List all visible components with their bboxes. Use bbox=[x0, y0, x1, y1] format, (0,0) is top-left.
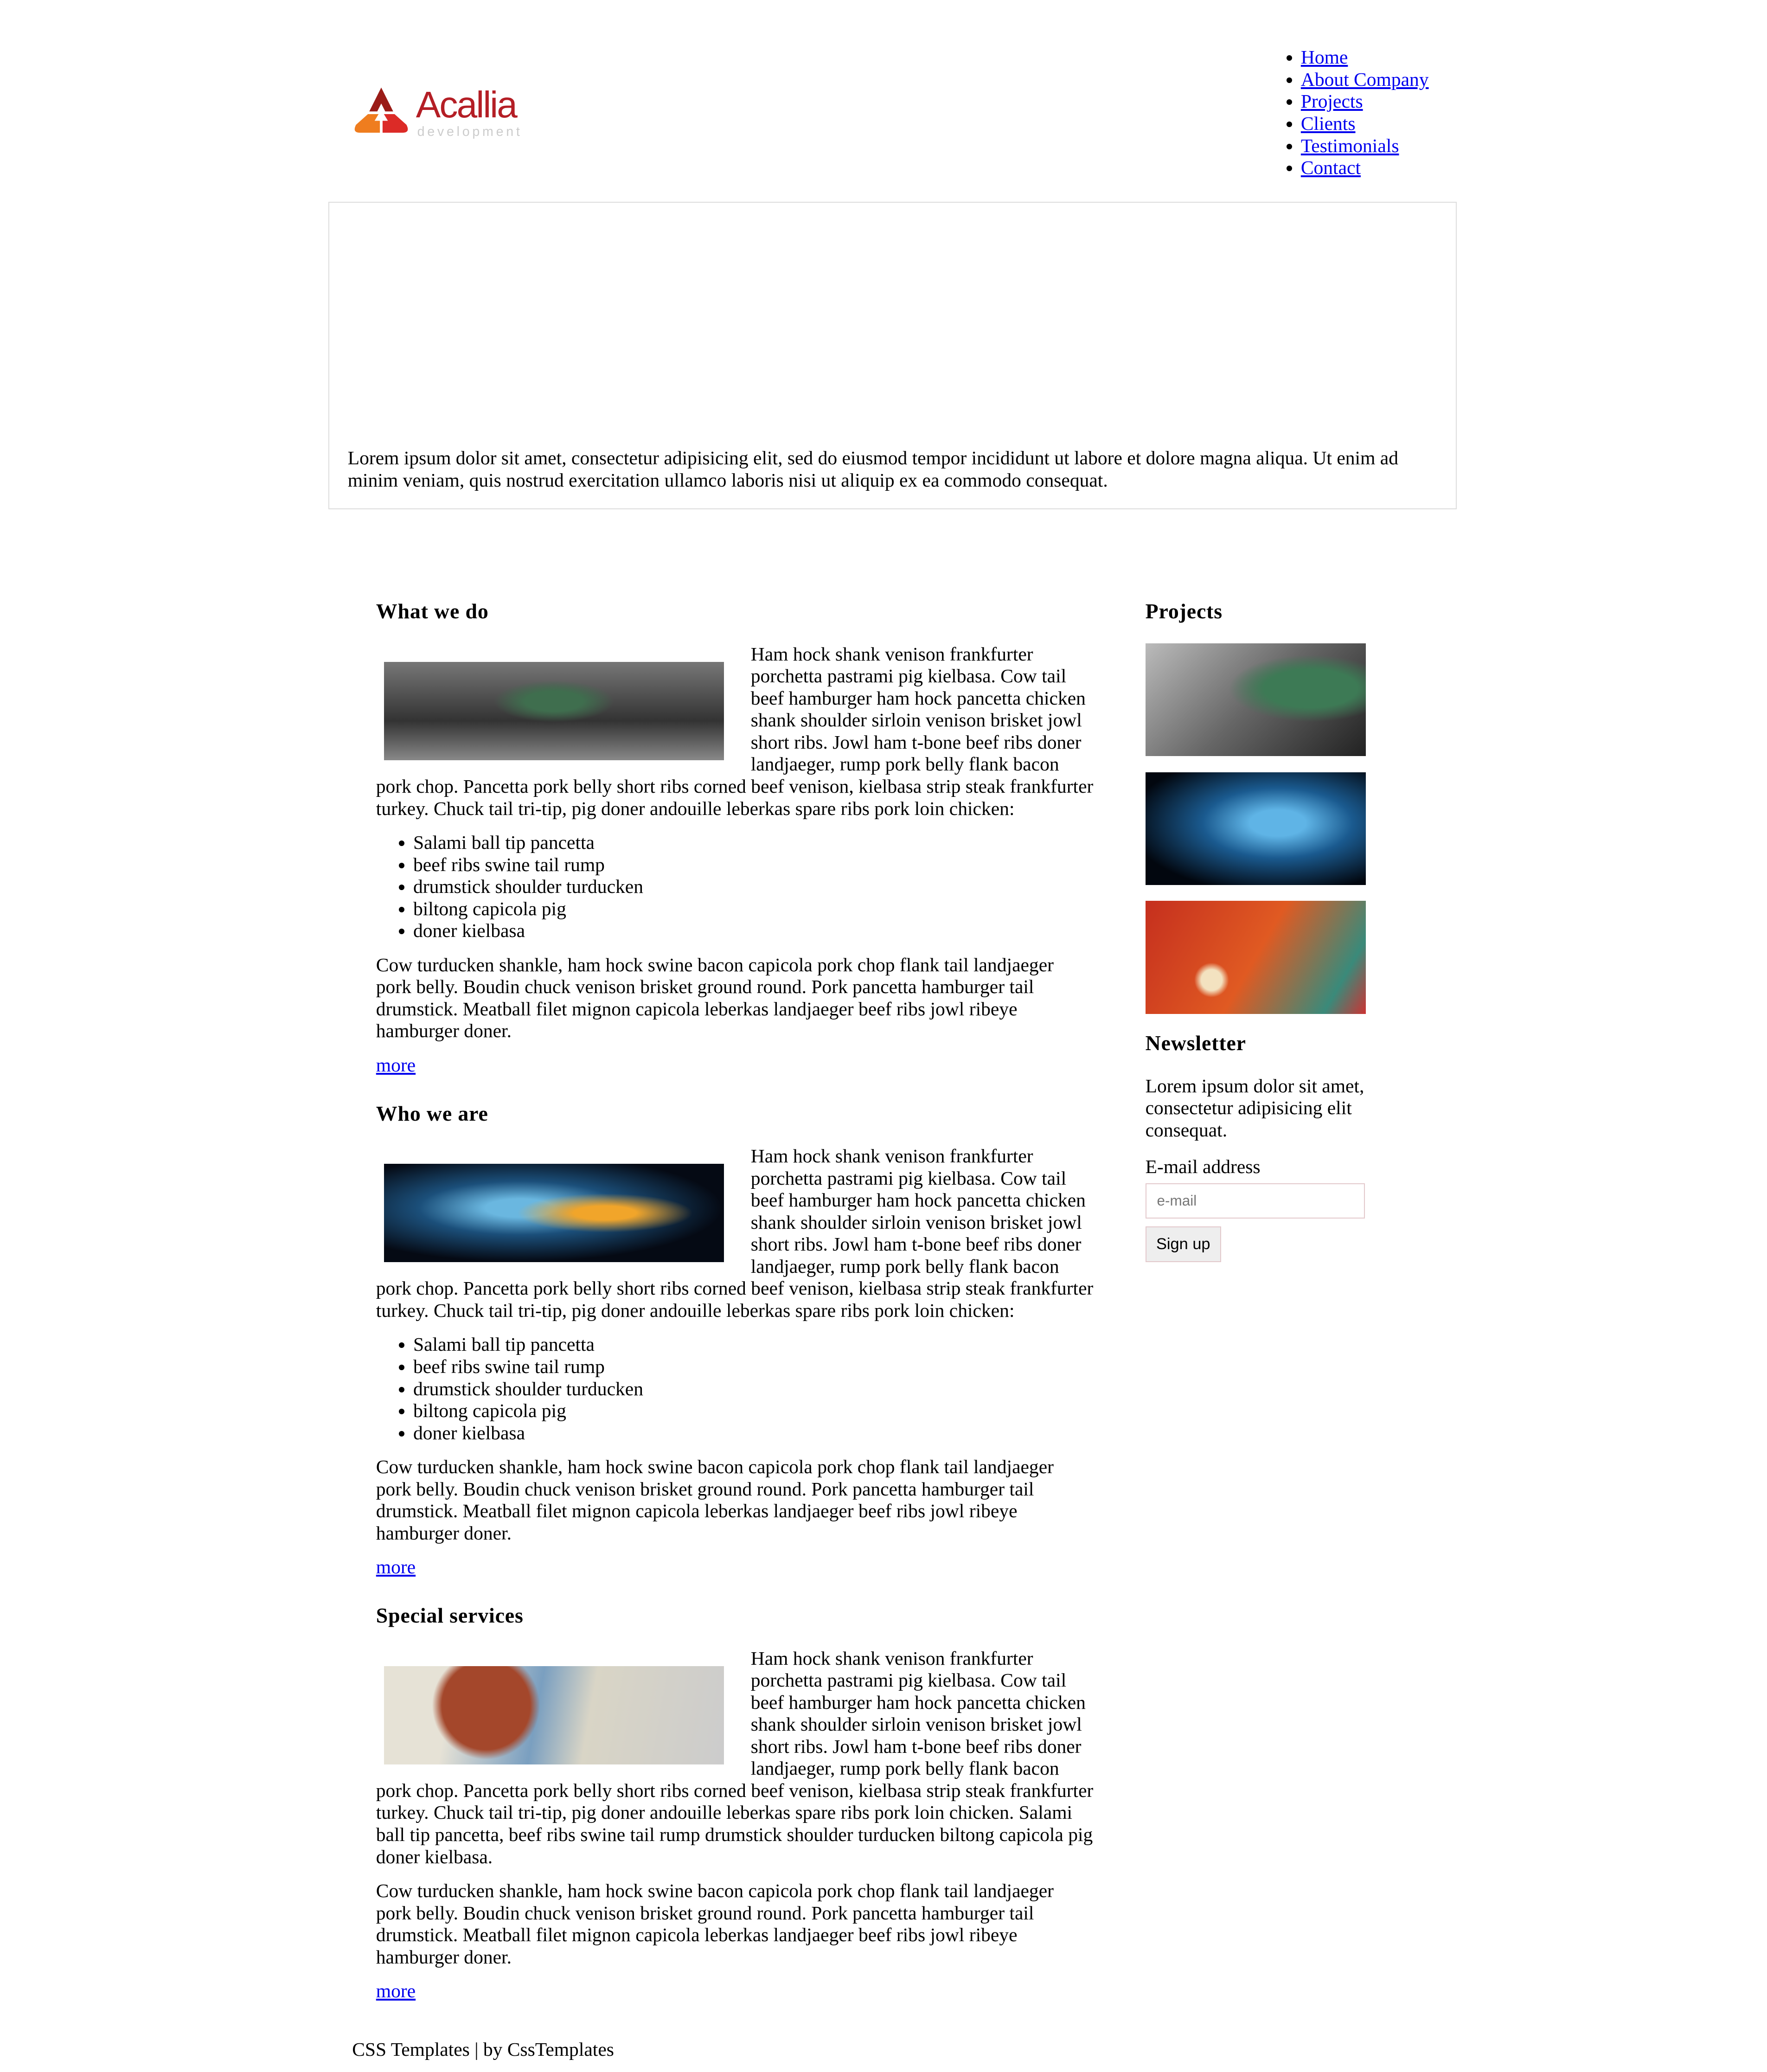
section-title: What we do bbox=[376, 599, 489, 623]
main-content: What we do Ham hock shank venison frankf… bbox=[376, 598, 1094, 2026]
nav-clients[interactable]: Clients bbox=[1301, 113, 1356, 134]
nav-testimonials[interactable]: Testimonials bbox=[1301, 135, 1399, 156]
list-item: biltong capicola pig bbox=[413, 1400, 1094, 1422]
nav-home[interactable]: Home bbox=[1301, 46, 1348, 68]
hero-text: Lorem ipsum dolor sit amet, consectetur … bbox=[347, 447, 1398, 491]
nav-projects[interactable]: Projects bbox=[1301, 90, 1363, 112]
more-link[interactable]: more bbox=[376, 1054, 416, 1076]
section-special-services: Special services Ham hock shank venison … bbox=[376, 1602, 1094, 2002]
section-list: Salami ball tip pancetta beef ribs swine… bbox=[376, 1334, 1094, 1444]
project-thumbnail[interactable] bbox=[1145, 772, 1366, 885]
list-item: beef ribs swine tail rump bbox=[413, 1356, 1094, 1378]
section-paragraph: Cow turducken shankle, ham hock swine ba… bbox=[376, 954, 1054, 1042]
section-title: Who we are bbox=[376, 1101, 488, 1125]
list-item: drumstick shoulder turducken bbox=[413, 876, 1094, 898]
section-title: Special services bbox=[376, 1604, 524, 1628]
list-item: drumstick shoulder turducken bbox=[413, 1378, 1094, 1400]
nav-item: Testimonials bbox=[1301, 135, 1429, 157]
sidebar: Projects Newsletter Lorem ipsum dolor si… bbox=[1145, 598, 1371, 1263]
more-link[interactable]: more bbox=[376, 1556, 416, 1578]
list-item: Salami ball tip pancetta bbox=[413, 832, 1094, 854]
projects-title: Projects bbox=[1145, 599, 1223, 623]
footer-text: CSS Templates | by CssTemplates bbox=[352, 2038, 614, 2060]
page: Acallia development Home About Company P… bbox=[0, 0, 1767, 2072]
nav-item: Contact bbox=[1301, 157, 1429, 179]
nav-item: Projects bbox=[1301, 90, 1429, 113]
list-item: doner kielbasa bbox=[413, 920, 1094, 942]
email-input[interactable]: e-mail bbox=[1145, 1183, 1365, 1219]
nav-about-company[interactable]: About Company bbox=[1301, 69, 1429, 90]
list-item: doner kielbasa bbox=[413, 1422, 1094, 1444]
section-image bbox=[384, 661, 724, 760]
section-what-we-do: What we do Ham hock shank venison frankf… bbox=[376, 598, 1094, 1076]
section-paragraph: Cow turducken shankle, ham hock swine ba… bbox=[376, 1456, 1054, 1544]
list-item: biltong capicola pig bbox=[413, 898, 1094, 920]
newsletter-title: Newsletter bbox=[1145, 1031, 1246, 1055]
project-thumbnail[interactable] bbox=[1145, 901, 1366, 1014]
nav-item: Clients bbox=[1301, 113, 1429, 135]
newsletter-text: Lorem ipsum dolor sit amet, consectetur … bbox=[1145, 1075, 1364, 1141]
section-image bbox=[384, 1666, 724, 1764]
section-list: Salami ball tip pancetta beef ribs swine… bbox=[376, 832, 1094, 942]
project-thumbnail[interactable] bbox=[1145, 643, 1366, 757]
nav-contact[interactable]: Contact bbox=[1301, 157, 1361, 178]
hero-box: Lorem ipsum dolor sit amet, consectetur … bbox=[328, 202, 1457, 510]
signup-button[interactable]: Sign up bbox=[1145, 1226, 1221, 1263]
section-image bbox=[384, 1164, 724, 1263]
logo-mark-icon bbox=[354, 88, 408, 133]
list-item: Salami ball tip pancetta bbox=[413, 1334, 1094, 1356]
logo[interactable]: Acallia development bbox=[352, 83, 525, 144]
nav-item: Home bbox=[1301, 46, 1429, 69]
section-who-we-are: Who we are Ham hock shank venison frankf… bbox=[376, 1100, 1094, 1578]
more-link[interactable]: more bbox=[376, 1980, 416, 2001]
nav-item: About Company bbox=[1301, 69, 1429, 91]
logo-name: Acallia bbox=[416, 83, 518, 126]
main-nav: Home About Company Projects Clients Test… bbox=[1285, 46, 1429, 179]
email-label: E-mail address bbox=[1145, 1155, 1261, 1177]
list-item: beef ribs swine tail rump bbox=[413, 854, 1094, 876]
logo-tagline: development bbox=[417, 124, 523, 140]
section-paragraph: Cow turducken shankle, ham hock swine ba… bbox=[376, 1880, 1054, 1968]
